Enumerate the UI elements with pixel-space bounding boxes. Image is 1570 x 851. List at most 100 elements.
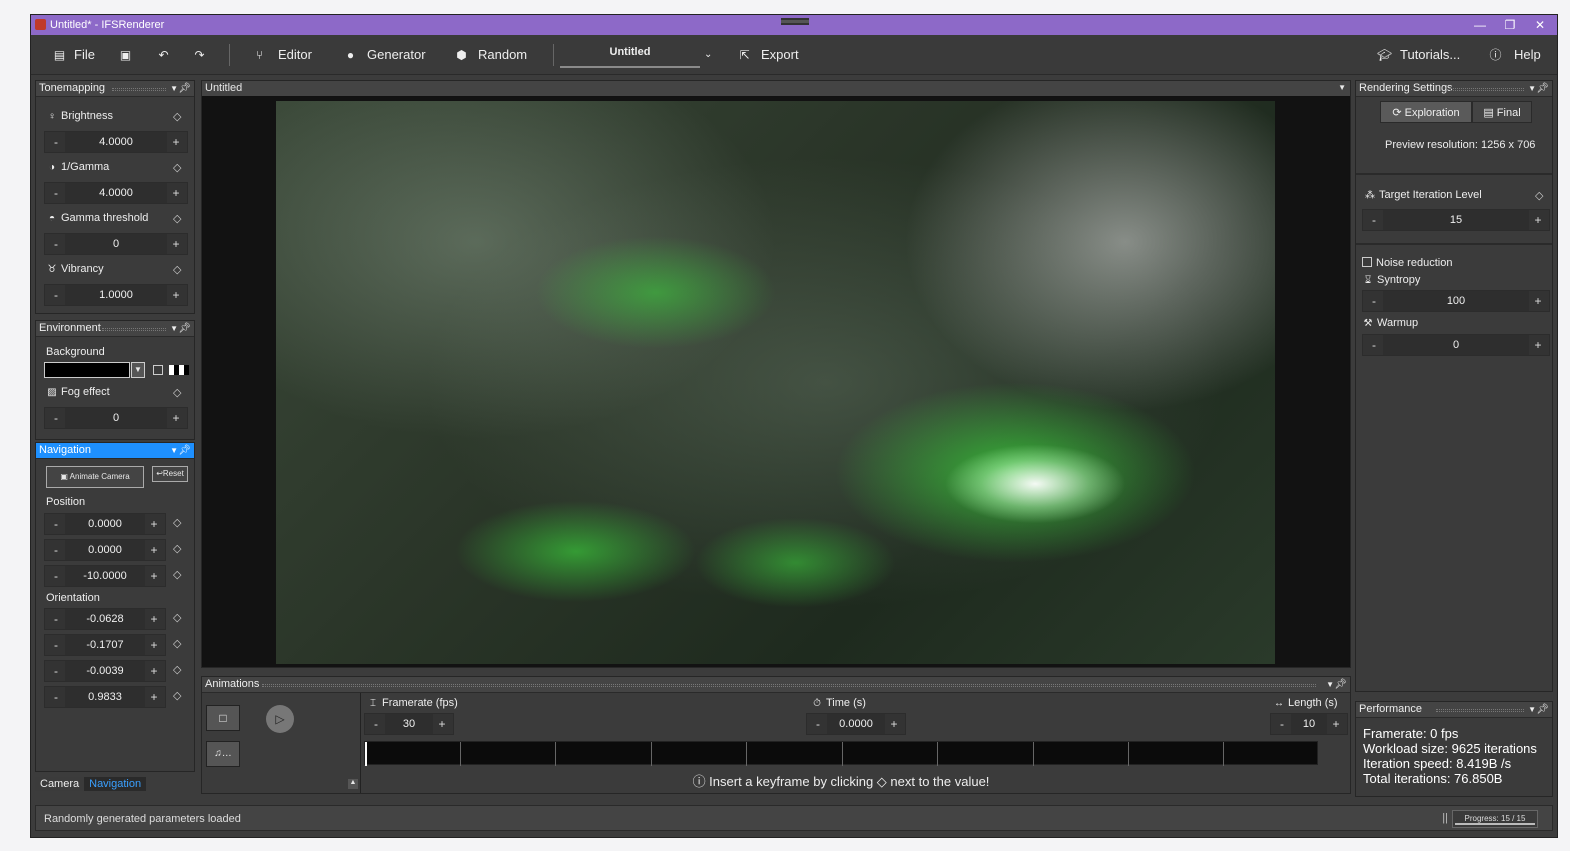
keyframe-diamond-icon[interactable]: ◇ xyxy=(173,110,181,123)
increment-button[interactable]: + xyxy=(1529,210,1547,230)
play-button[interactable]: ▷ xyxy=(266,705,294,733)
decrement-button[interactable]: - xyxy=(47,408,65,428)
tutorials-button[interactable]: 🎓︎ Tutorials... xyxy=(1377,46,1460,64)
decrement-button[interactable]: - xyxy=(47,132,65,152)
decrement-button[interactable]: - xyxy=(1365,210,1383,230)
orientation-w-spinner[interactable]: -0.9833 + xyxy=(44,686,166,708)
decrement-button[interactable]: - xyxy=(47,566,65,586)
position-x-spinner[interactable]: -0.0000 + xyxy=(44,513,166,535)
audio-button[interactable]: ♫… xyxy=(206,741,240,767)
keyframe-diamond-icon[interactable]: ◇ xyxy=(173,611,181,624)
tab-dropdown-chevron-icon[interactable]: ⌄ xyxy=(704,46,712,64)
increment-button[interactable]: + xyxy=(167,132,185,152)
fog-input[interactable]: 0 xyxy=(65,408,167,428)
decrement-button[interactable]: - xyxy=(367,714,385,734)
increment-button[interactable]: + xyxy=(1529,291,1547,311)
drag-grip-icon[interactable] xyxy=(781,18,809,25)
chevron-down-icon[interactable]: ▼ xyxy=(170,81,178,96)
time-spinner[interactable]: -0.0000 + xyxy=(806,713,906,735)
decrement-button[interactable]: - xyxy=(1273,714,1291,734)
minimize-icon[interactable]: — xyxy=(1465,17,1495,33)
increment-button[interactable]: + xyxy=(145,540,163,560)
brightness-input[interactable]: 4.0000 xyxy=(65,132,167,152)
position-y-input[interactable]: 0.0000 xyxy=(65,540,145,560)
framerate-spinner[interactable]: -30 + xyxy=(364,713,454,735)
color-dropdown-chevron-icon[interactable]: ▼ xyxy=(131,362,145,378)
position-y-spinner[interactable]: -0.0000 + xyxy=(44,539,166,561)
keyframe-diamond-icon[interactable]: ◇ xyxy=(173,689,181,702)
rendering-settings-header[interactable]: Rendering Settings ▼ 📌︎ xyxy=(1356,81,1552,97)
reset-button[interactable]: ↩Reset xyxy=(152,466,188,482)
render-canvas[interactable] xyxy=(203,97,1349,667)
exploration-mode-button[interactable]: ⟳ Exploration xyxy=(1380,101,1472,123)
target-iteration-spinner[interactable]: -15 + xyxy=(1362,209,1550,231)
syntropy-input[interactable]: 100 xyxy=(1383,291,1529,311)
keyframe-diamond-icon[interactable]: ◇ xyxy=(1535,189,1543,202)
decrement-button[interactable]: - xyxy=(1365,335,1383,355)
brightness-spinner[interactable]: -4.0000 + xyxy=(44,131,188,153)
pin-icon[interactable]: 📌︎ xyxy=(178,321,191,336)
scroll-up-icon[interactable]: ▲ xyxy=(348,779,358,789)
keyframe-diamond-icon[interactable]: ◇ xyxy=(173,637,181,650)
final-mode-button[interactable]: ▤ Final xyxy=(1472,101,1532,123)
pin-icon[interactable]: 📌︎ xyxy=(1536,81,1549,96)
orientation-z-spinner[interactable]: - -0.0039 + xyxy=(44,660,166,682)
pin-icon[interactable]: 📌︎ xyxy=(178,81,191,96)
pause-icon[interactable]: || xyxy=(1442,812,1448,824)
title-bar[interactable]: Untitled* - IFSRenderer — ❐ ✕ xyxy=(31,15,1557,35)
keyframe-diamond-icon[interactable]: ◇ xyxy=(173,542,181,555)
tab-navigation[interactable]: Navigation xyxy=(84,777,147,791)
keyframe-diamond-icon[interactable]: ◇ xyxy=(173,386,181,399)
increment-button[interactable]: + xyxy=(145,687,163,707)
pin-icon[interactable]: 📌︎ xyxy=(178,443,191,458)
document-tab[interactable]: Untitled xyxy=(560,42,700,68)
framerate-input[interactable]: 30 xyxy=(385,714,433,734)
increment-button[interactable]: + xyxy=(145,514,163,534)
performance-header[interactable]: Performance ▼ 📌︎ xyxy=(1356,702,1552,718)
orientation-x-input[interactable]: -0.0628 xyxy=(65,609,145,629)
playhead[interactable] xyxy=(365,742,367,766)
gamma-threshold-input[interactable]: 0 xyxy=(65,234,167,254)
pin-icon[interactable]: 📌︎ xyxy=(1536,702,1549,717)
color-square-icon[interactable] xyxy=(153,365,163,375)
chevron-down-icon[interactable]: ▼ xyxy=(1326,677,1334,692)
decrement-button[interactable]: - xyxy=(47,661,65,681)
tonemapping-header[interactable]: Tonemapping ▼ 📌︎ xyxy=(36,81,194,97)
export-button[interactable]: ⇱ Export xyxy=(738,46,798,64)
fractal-render-image[interactable] xyxy=(276,101,1275,664)
gamma-threshold-spinner[interactable]: -0 + xyxy=(44,233,188,255)
decrement-button[interactable]: - xyxy=(809,714,827,734)
increment-button[interactable]: + xyxy=(1327,714,1345,734)
restore-icon[interactable]: ❐ xyxy=(1495,17,1525,33)
target-iteration-input[interactable]: 15 xyxy=(1383,210,1529,230)
animate-camera-button[interactable]: ▣ Animate Camera xyxy=(46,466,144,488)
vibrancy-input[interactable]: 1.0000 xyxy=(65,285,167,305)
orientation-x-spinner[interactable]: - -0.0628 + xyxy=(44,608,166,630)
keyframe-diamond-icon[interactable]: ◇ xyxy=(173,161,181,174)
fog-spinner[interactable]: -0 + xyxy=(44,407,188,429)
length-input[interactable]: 10 xyxy=(1291,714,1327,734)
decrement-button[interactable]: - xyxy=(47,687,65,707)
chevron-down-icon[interactable]: ▼ xyxy=(170,443,178,458)
position-x-input[interactable]: 0.0000 xyxy=(65,514,145,534)
orientation-y-input[interactable]: -0.1707 xyxy=(65,635,145,655)
decrement-button[interactable]: - xyxy=(47,540,65,560)
chevron-down-icon[interactable]: ▼ xyxy=(1338,81,1346,95)
increment-button[interactable]: + xyxy=(1529,335,1547,355)
keyframe-diamond-icon[interactable]: ◇ xyxy=(173,516,181,529)
increment-button[interactable]: + xyxy=(167,234,185,254)
chevron-down-icon[interactable]: ▼ xyxy=(1528,81,1536,96)
position-z-spinner[interactable]: - -10.0000 + xyxy=(44,565,166,587)
increment-button[interactable]: + xyxy=(885,714,903,734)
increment-button[interactable]: + xyxy=(167,408,185,428)
orientation-y-spinner[interactable]: - -0.1707 + xyxy=(44,634,166,656)
chevron-down-icon[interactable]: ▼ xyxy=(1528,702,1536,717)
decrement-button[interactable]: - xyxy=(47,635,65,655)
time-input[interactable]: 0.0000 xyxy=(827,714,885,734)
warmup-input[interactable]: 0 xyxy=(1383,335,1529,355)
decrement-button[interactable]: - xyxy=(47,514,65,534)
vibrancy-spinner[interactable]: -1.0000 + xyxy=(44,284,188,306)
stop-button[interactable]: □ xyxy=(206,705,240,731)
navigation-header[interactable]: Navigation ▼ 📌︎ xyxy=(36,443,194,459)
environment-header[interactable]: Environment ▼ 📌︎ xyxy=(36,321,194,337)
